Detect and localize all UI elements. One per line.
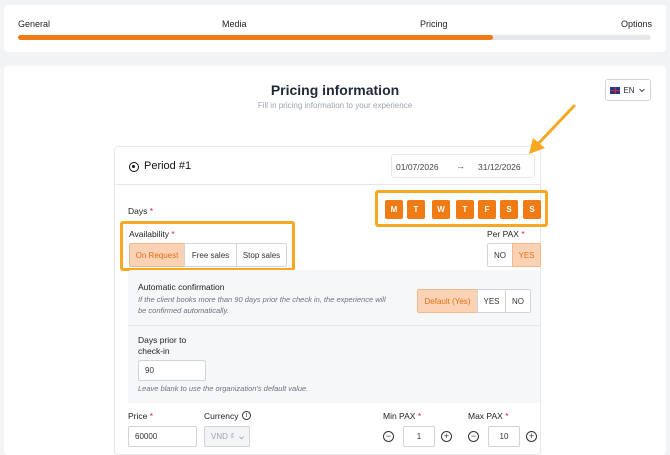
auto-confirm-yes-button[interactable]: YES [477, 289, 506, 313]
info-icon[interactable]: i [242, 411, 251, 420]
per-pax-no-button[interactable]: NO [487, 243, 513, 267]
availability-highlight-box [120, 221, 295, 271]
period-label: Period #1 [144, 160, 192, 172]
max-pax-input[interactable]: 10 [488, 426, 520, 447]
days-prior-label-line2: check-in [138, 346, 170, 356]
date-range-picker[interactable]: 01/07/2026 → 31/12/2026 [391, 154, 535, 178]
chevron-down-icon [638, 88, 645, 93]
date-from[interactable]: 01/07/2026 [396, 162, 439, 172]
step-options[interactable]: Options [621, 19, 652, 29]
page-title: Pricing information [270, 82, 400, 98]
days-prior-input[interactable]: 90 [138, 360, 206, 381]
per-pax-yes-button[interactable]: YES [512, 243, 541, 267]
currency-value: VND ₫ [211, 432, 235, 441]
step-media[interactable]: Media [222, 19, 247, 29]
per-pax-label: Per PAX * [487, 229, 525, 239]
days-prior-label-line1: Days prior to [138, 335, 187, 345]
uk-flag-icon [610, 86, 621, 94]
price-input[interactable]: 60000 [128, 426, 197, 447]
period-header: Period #1 01/07/2026 → 31/12/2026 [115, 147, 540, 185]
step-pricing[interactable]: Pricing [420, 19, 448, 29]
currency-select[interactable]: VND ₫ [204, 426, 250, 447]
auto-confirm-no-button[interactable]: NO [505, 289, 531, 313]
min-pax-input[interactable]: 1 [403, 426, 435, 447]
annotation-arrow-icon [529, 104, 576, 154]
min-pax-decrement-button[interactable]: − [383, 431, 394, 442]
auto-confirm-note: If the client books more than 90 days pr… [138, 295, 386, 315]
step-general[interactable]: General [18, 19, 50, 29]
days-label: Days * [128, 206, 154, 216]
max-pax-decrement-button[interactable]: − [468, 431, 479, 442]
progress-bar-fill [18, 35, 493, 40]
price-label: Price * [128, 411, 154, 421]
min-pax-label: Min PAX * [383, 411, 422, 421]
language-label: EN [623, 85, 635, 95]
progress-bar [18, 35, 651, 40]
date-arrow-icon: → [456, 161, 465, 171]
days-highlight-box [375, 190, 548, 227]
auto-confirm-label: Automatic confirmation [138, 282, 225, 292]
max-pax-increment-button[interactable]: + [526, 431, 537, 442]
days-prior-note: Leave blank to use the organization's de… [138, 384, 309, 393]
currency-label: Currency [204, 411, 239, 421]
divider [128, 325, 540, 326]
auto-confirm-default-button[interactable]: Default (Yes) [417, 289, 478, 313]
min-pax-increment-button[interactable]: + [441, 431, 452, 442]
period-radio[interactable] [129, 162, 139, 172]
stepper-card [4, 5, 666, 52]
date-to[interactable]: 31/12/2026 [478, 162, 521, 172]
max-pax-label: Max PAX * [468, 411, 509, 421]
chevron-down-icon [239, 436, 244, 440]
language-selector[interactable]: EN [605, 79, 651, 101]
